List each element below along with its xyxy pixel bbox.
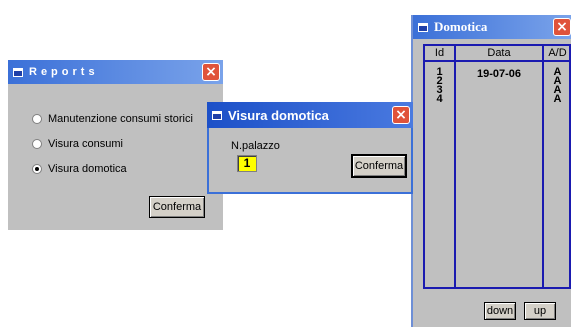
- close-icon[interactable]: ×: [202, 63, 220, 81]
- radio-manutenzione[interactable]: Manutenzione consumi storici: [32, 113, 193, 125]
- grid-header: Id Data A/D: [425, 46, 569, 62]
- date-cell: 19-07-06: [476, 68, 522, 80]
- reports-titlebar[interactable]: Reports ×: [8, 60, 223, 84]
- window-icon: [13, 67, 23, 77]
- visura-confirm-button[interactable]: Conferma: [351, 154, 407, 178]
- radio-button[interactable]: [32, 139, 42, 149]
- radio-visura-consumi[interactable]: Visura consumi: [32, 138, 123, 150]
- ad-cell: A: [553, 93, 562, 105]
- header-ad: A/D: [548, 47, 567, 59]
- radio-button[interactable]: [32, 164, 42, 174]
- palazzo-input[interactable]: 1: [237, 155, 257, 172]
- radio-label: Manutenzione consumi storici: [48, 113, 193, 125]
- header-id: Id: [434, 47, 445, 59]
- domotica-titlebar[interactable]: Domotica ×: [413, 15, 571, 39]
- window-icon: [212, 110, 222, 120]
- palazzo-label: N.palazzo: [231, 140, 280, 152]
- id-cell: 4: [436, 93, 443, 105]
- reports-title: Reports: [29, 66, 99, 78]
- visura-domotica-dialog: Visura domotica × N.palazzo 1 Conferma: [207, 102, 413, 194]
- close-icon[interactable]: ×: [392, 106, 410, 124]
- palazzo-value: 1: [243, 156, 251, 170]
- radio-label: Visura domotica: [48, 163, 127, 175]
- radio-visura-domotica[interactable]: Visura domotica: [32, 163, 127, 175]
- records-grid: Id Data A/D 1 2 3 4 19-07-06 A A A A: [423, 44, 571, 289]
- up-button[interactable]: up: [524, 302, 556, 320]
- radio-label: Visura consumi: [48, 138, 123, 150]
- domotica-title: Domotica: [434, 19, 488, 34]
- visura-titlebar[interactable]: Visura domotica ×: [207, 102, 413, 128]
- reports-window: Reports × Manutenzione consumi storici V…: [8, 60, 223, 230]
- close-icon[interactable]: ×: [553, 18, 571, 36]
- radio-button[interactable]: [32, 114, 42, 124]
- window-icon: [418, 22, 428, 32]
- ad-column: A A A A: [544, 67, 571, 287]
- data-column: 19-07-06: [456, 68, 542, 287]
- reports-confirm-button[interactable]: Conferma: [149, 196, 205, 218]
- down-button[interactable]: down: [484, 302, 516, 320]
- header-data: Data: [487, 47, 511, 59]
- id-column: 1 2 3 4: [425, 67, 454, 287]
- domotica-window: Domotica × Id Data A/D 1 2 3 4 19-07-06 …: [411, 15, 571, 327]
- visura-title: Visura domotica: [228, 107, 329, 123]
